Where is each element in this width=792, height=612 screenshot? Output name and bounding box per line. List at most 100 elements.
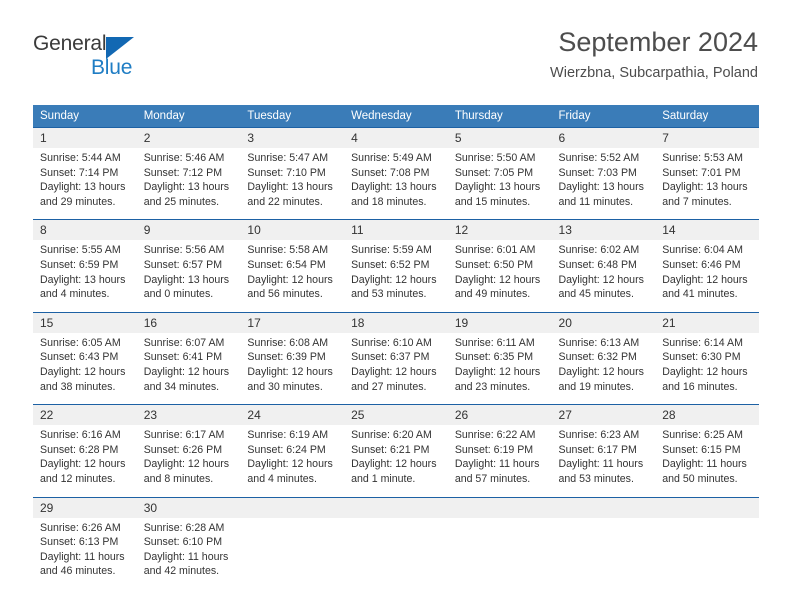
day-number[interactable]: 12 (447, 219, 552, 241)
day-number[interactable]: 16 (136, 311, 241, 333)
day-cell: Sunrise: 6:08 AM Sunset: 6:39 PM Daylight:… (240, 332, 345, 405)
day-cell: Sunrise: 6:10 AM Sunset: 6:37 PM Daylight:… (344, 332, 448, 405)
week-daynumber-row: 15 16 17 18 19 20 21 (33, 311, 759, 333)
day-cell: Sunrise: 6:01 AM Sunset: 6:50 PM Daylight:… (447, 240, 552, 313)
sunset-text: Sunset: 6:57 PM (143, 258, 223, 271)
sunset-text: Sunset: 6:19 PM (454, 443, 534, 456)
daylight-text: Daylight: 12 hours and 38 minutes. (40, 365, 126, 393)
day-number[interactable]: 30 (136, 496, 241, 518)
logo-text-blue: Blue (91, 56, 133, 79)
day-cell: Sunrise: 6:05 AM Sunset: 6:43 PM Daylight:… (33, 332, 137, 405)
sunset-text: Sunset: 6:50 PM (454, 258, 534, 271)
empty-day-number (655, 496, 759, 518)
day-number[interactable]: 8 (33, 219, 137, 241)
sunrise-text: Sunrise: 6:05 AM (40, 336, 121, 349)
sunset-text: Sunset: 6:15 PM (662, 443, 741, 456)
title-block: September 2024 Wierzbna, Subcarpathia, P… (550, 26, 758, 82)
daylight-text: Daylight: 13 hours and 15 minutes. (454, 181, 541, 208)
day-number[interactable]: 23 (136, 404, 241, 426)
sunrise-text: Sunrise: 6:16 AM (40, 429, 121, 442)
daylight-text: Daylight: 13 hours and 0 minutes. (143, 273, 230, 301)
sunrise-text: Sunrise: 6:19 AM (247, 429, 329, 442)
sunset-text: Sunset: 7:01 PM (662, 166, 741, 179)
day-number[interactable]: 29 (33, 496, 137, 518)
day-number[interactable]: 19 (447, 311, 552, 333)
day-cell: Sunrise: 5:46 AM Sunset: 7:12 PM Daylight:… (136, 148, 241, 220)
empty-day-cell (447, 517, 552, 589)
day-number[interactable]: 7 (655, 127, 759, 148)
daylight-text: Daylight: 13 hours and 25 minutes. (143, 181, 230, 208)
day-number[interactable]: 1 (33, 127, 137, 148)
daylight-text: Daylight: 12 hours and 4 minutes. (247, 458, 333, 485)
sunrise-text: Sunrise: 5:59 AM (351, 244, 432, 257)
week-detail-row: Sunrise: 6:05 AM Sunset: 6:43 PM Daylight:… (33, 332, 759, 405)
sunset-text: Sunset: 6:13 PM (40, 536, 119, 549)
sunrise-text: Sunrise: 6:14 AM (662, 336, 743, 349)
day-cell: Sunrise: 6:22 AM Sunset: 6:19 PM Daylight:… (447, 425, 552, 497)
daylight-text: Daylight: 12 hours and 30 minutes. (247, 365, 333, 393)
empty-day-number (551, 496, 656, 518)
day-number[interactable]: 24 (240, 404, 345, 426)
day-cell: Sunrise: 6:23 AM Sunset: 6:17 PM Daylight:… (551, 425, 656, 497)
weekday-header-monday: Monday (136, 105, 241, 128)
daylight-text: Daylight: 11 hours and 50 minutes. (662, 458, 747, 485)
day-number[interactable]: 26 (447, 404, 552, 426)
day-number[interactable]: 20 (551, 311, 656, 333)
sunrise-text: Sunrise: 6:13 AM (558, 336, 640, 349)
day-cell: Sunrise: 6:04 AM Sunset: 6:46 PM Daylight:… (655, 240, 759, 313)
day-number[interactable]: 4 (344, 127, 448, 148)
sunrise-text: Sunrise: 6:04 AM (662, 244, 743, 257)
day-cell: Sunrise: 5:56 AM Sunset: 6:57 PM Daylight:… (136, 240, 241, 313)
day-number[interactable]: 25 (344, 404, 448, 426)
week-daynumber-row: 29 30 (33, 496, 759, 518)
sunrise-text: Sunrise: 5:52 AM (558, 152, 640, 164)
sunset-text: Sunset: 6:21 PM (351, 443, 430, 456)
empty-day-number (344, 496, 448, 518)
day-number[interactable]: 2 (136, 127, 241, 148)
sunrise-text: Sunrise: 5:55 AM (40, 244, 121, 257)
day-cell: Sunrise: 5:44 AM Sunset: 7:14 PM Daylight:… (33, 148, 137, 220)
daylight-text: Daylight: 12 hours and 12 minutes. (40, 458, 126, 485)
empty-day-number (240, 496, 345, 518)
day-number[interactable]: 17 (240, 311, 345, 333)
daylight-text: Daylight: 13 hours and 18 minutes. (351, 181, 437, 208)
day-number[interactable]: 28 (655, 404, 759, 426)
general-blue-logo[interactable]: General Blue (33, 32, 203, 84)
week-detail-row: Sunrise: 5:55 AM Sunset: 6:59 PM Daylight:… (33, 240, 759, 313)
sunrise-text: Sunrise: 6:28 AM (143, 521, 225, 534)
week-daynumber-row: 1234567 (33, 127, 759, 148)
day-number[interactable]: 10 (240, 219, 345, 241)
daylight-text: Daylight: 12 hours and 1 minute. (351, 458, 437, 485)
sunset-text: Sunset: 7:08 PM (351, 166, 430, 179)
sunset-text: Sunset: 6:52 PM (351, 258, 430, 271)
day-number[interactable]: 9 (136, 219, 241, 241)
day-number[interactable]: 18 (344, 311, 448, 333)
day-number[interactable]: 15 (33, 311, 137, 333)
day-cell: Sunrise: 6:17 AM Sunset: 6:26 PM Daylight:… (136, 425, 241, 497)
sunrise-text: Sunrise: 6:10 AM (351, 336, 432, 349)
calendar-body: 1 2 3 4 5 6 7 Sunrise: 5:44 AM Sunset: 7:14 PM Da… (33, 127, 759, 589)
sunset-text: Sunset: 6:24 PM (247, 443, 326, 456)
sunset-text: Sunset: 6:32 PM (558, 351, 637, 364)
weekday-header-wednesday: Wednesday (344, 105, 448, 128)
day-number[interactable]: 13 (551, 219, 656, 241)
day-number[interactable]: 14 (655, 219, 759, 241)
calendar-page: General Blue September 2024 Wierzbna, Su… (0, 0, 792, 612)
sunset-text: Sunset: 6:28 PM (40, 443, 119, 456)
day-number[interactable]: 6 (551, 127, 656, 148)
daylight-text: Daylight: 13 hours and 22 minutes. (247, 181, 333, 208)
day-number[interactable]: 22 (33, 404, 137, 426)
day-number[interactable]: 3 (240, 127, 345, 148)
sunset-text: Sunset: 6:10 PM (143, 536, 223, 549)
sunrise-text: Sunrise: 6:20 AM (351, 429, 432, 442)
day-number[interactable]: 11 (344, 219, 448, 241)
daylight-text: Daylight: 13 hours and 7 minutes. (662, 181, 748, 208)
page-header: General Blue September 2024 Wierzbna, Su… (0, 0, 792, 100)
day-number[interactable]: 21 (655, 311, 759, 333)
sunrise-text: Sunrise: 6:25 AM (662, 429, 743, 442)
day-number[interactable]: 27 (551, 404, 656, 426)
day-cell: Sunrise: 6:13 AM Sunset: 6:32 PM Daylight:… (551, 332, 656, 405)
day-number[interactable]: 5 (447, 127, 552, 148)
sunset-text: Sunset: 6:41 PM (143, 351, 223, 364)
sunrise-text: Sunrise: 5:46 AM (143, 152, 225, 164)
